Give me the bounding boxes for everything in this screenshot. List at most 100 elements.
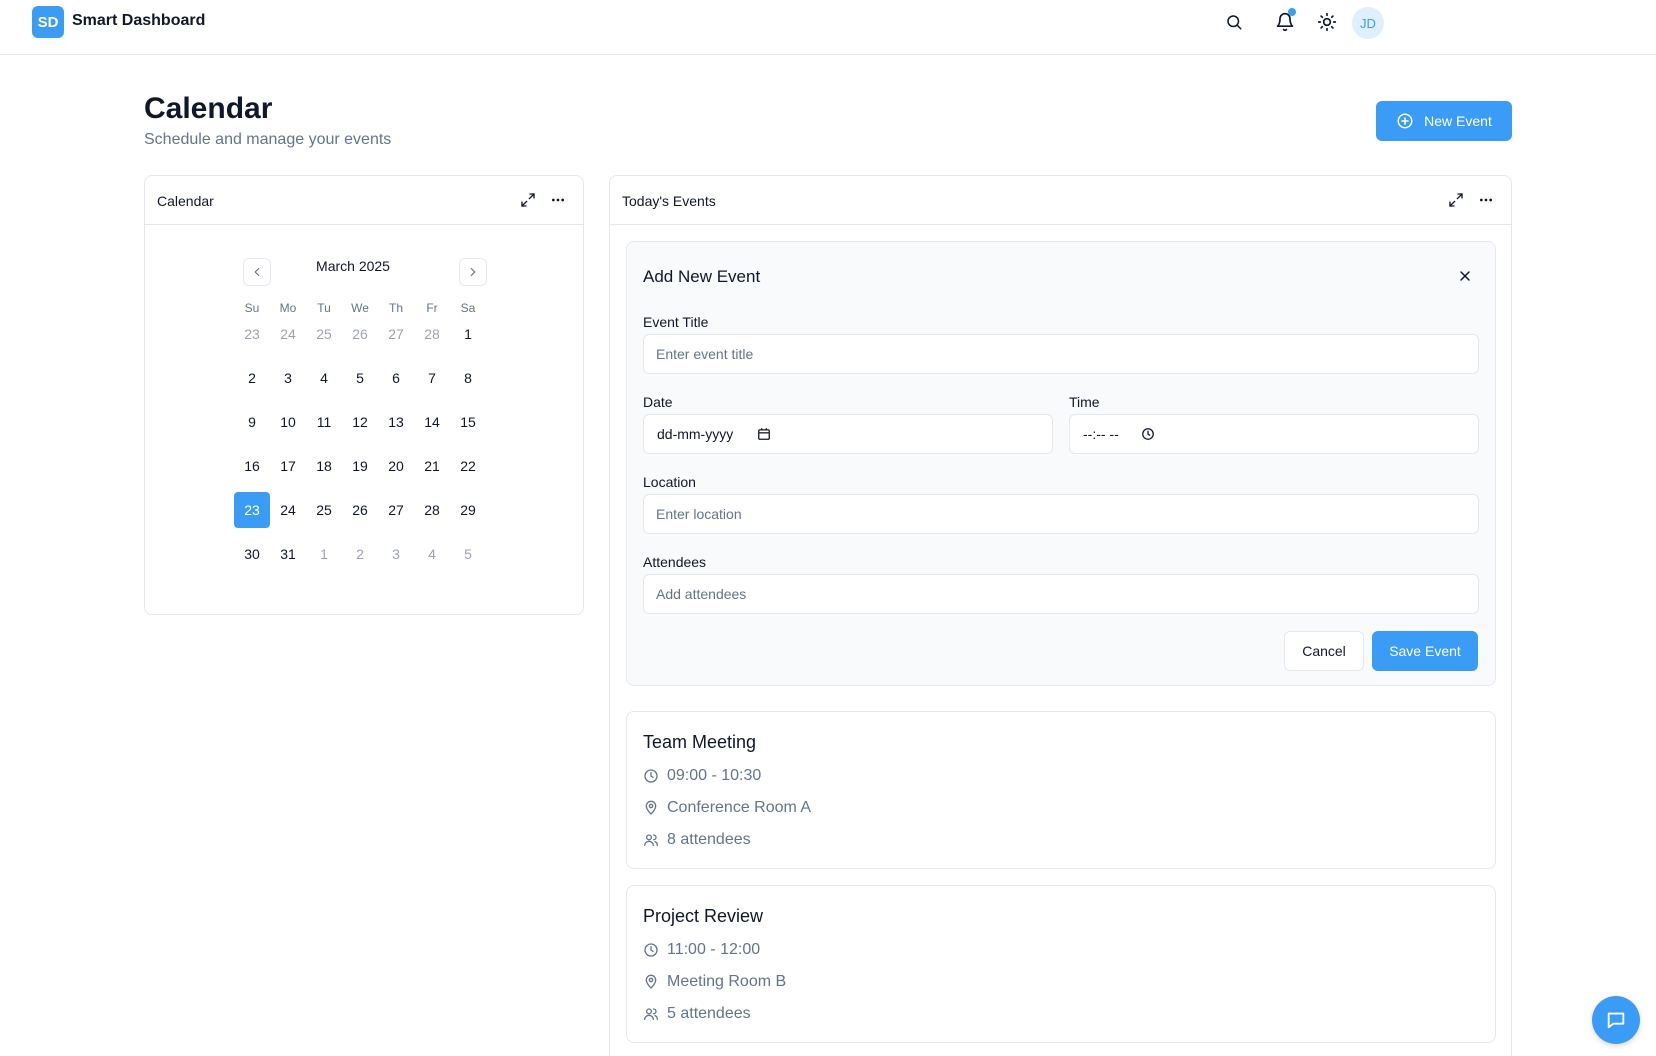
location-input[interactable] <box>643 494 1479 534</box>
calendar-day[interactable]: 24 <box>270 492 306 528</box>
expand-icon[interactable] <box>519 191 537 209</box>
time-input[interactable]: --:-- -- <box>1069 414 1479 454</box>
calendar-day[interactable]: 8 <box>450 360 486 396</box>
event-card[interactable]: Project Review 11:00 - 12:00 Meeting Roo… <box>626 885 1496 1043</box>
clock-icon <box>644 769 658 783</box>
users-icon <box>644 834 658 846</box>
attendees-input[interactable] <box>643 574 1479 614</box>
calendar-day[interactable]: 23 <box>234 316 270 352</box>
calendar-day[interactable]: 17 <box>270 448 306 484</box>
date-input[interactable]: dd-mm-yyyy <box>643 414 1053 454</box>
page-subtitle: Schedule and manage your events <box>144 131 392 148</box>
calendar-day[interactable]: 25 <box>306 492 342 528</box>
calendar-day[interactable]: 31 <box>270 536 306 572</box>
chat-button[interactable] <box>1592 996 1640 1044</box>
calendar-day[interactable]: 4 <box>306 360 342 396</box>
time-label: Time <box>1069 394 1100 410</box>
weekday-label: We <box>351 301 369 315</box>
calendar-day[interactable]: 14 <box>414 404 450 440</box>
chevron-right-icon <box>470 267 476 277</box>
more-icon[interactable] <box>1477 191 1495 209</box>
event-attendees: 5 attendees <box>667 1005 751 1022</box>
top-bar: SD Smart Dashboard JD <box>0 0 1656 55</box>
app-title[interactable]: Smart Dashboard <box>72 12 205 30</box>
date-label: Date <box>643 394 673 410</box>
calendar-card: Calendar March 2025 Su Mo Tu We Th Fr Sa 23 24 25… <box>144 175 584 615</box>
calendar-day[interactable]: 28 <box>414 316 450 352</box>
sun-icon[interactable] <box>1315 10 1339 34</box>
calendar-day[interactable]: 29 <box>450 492 486 528</box>
calendar-day[interactable]: 19 <box>342 448 378 484</box>
calendar-day[interactable]: 5 <box>450 536 486 572</box>
calendar-day[interactable]: 2 <box>234 360 270 396</box>
calendar-day[interactable]: 30 <box>234 536 270 572</box>
calendar-day[interactable]: 1 <box>450 316 486 352</box>
add-event-form: Add New Event Event Title Date dd-mm-yyy… <box>626 241 1496 686</box>
new-event-button[interactable]: New Event <box>1376 101 1512 141</box>
calendar-day[interactable]: 10 <box>270 404 306 440</box>
calendar-day[interactable]: 15 <box>450 404 486 440</box>
chevron-left-icon <box>254 267 260 277</box>
calendar-day[interactable]: 4 <box>414 536 450 572</box>
calendar-card-title: Calendar <box>157 193 214 209</box>
plus-circle-icon <box>1397 113 1413 129</box>
map-pin-icon <box>645 974 657 989</box>
calendar-day-selected[interactable]: 23 <box>234 492 270 528</box>
prev-month-button[interactable] <box>243 258 271 286</box>
calendar-day[interactable]: 7 <box>414 360 450 396</box>
calendar-day[interactable]: 26 <box>342 316 378 352</box>
calendar-day[interactable]: 12 <box>342 404 378 440</box>
bell-icon[interactable] <box>1273 8 1297 34</box>
event-card[interactable]: Team Meeting 09:00 - 10:30 Conference Ro… <box>626 711 1496 869</box>
search-icon[interactable] <box>1222 10 1246 34</box>
calendar-day[interactable]: 24 <box>270 316 306 352</box>
close-icon[interactable] <box>1455 266 1475 286</box>
page-title: Calendar <box>144 92 273 125</box>
form-title: Add New Event <box>643 267 761 286</box>
event-location: Meeting Room B <box>667 973 787 990</box>
event-time: 09:00 - 10:30 <box>667 767 762 784</box>
events-card-title: Today's Events <box>622 193 716 209</box>
calendar-day[interactable]: 18 <box>306 448 342 484</box>
calendar-day[interactable]: 25 <box>306 316 342 352</box>
user-avatar[interactable]: JD <box>1352 7 1384 39</box>
calendar-day[interactable]: 9 <box>234 404 270 440</box>
event-title-label: Event Title <box>643 314 709 330</box>
weekday-label: Th <box>388 301 403 315</box>
calendar-day[interactable]: 1 <box>306 536 342 572</box>
date-placeholder: dd-mm-yyyy <box>657 426 734 442</box>
event-title-input[interactable] <box>643 334 1479 374</box>
clock-icon <box>1141 428 1154 440</box>
calendar-day[interactable]: 16 <box>234 448 270 484</box>
calendar-day[interactable]: 20 <box>378 448 414 484</box>
weekday-label: Su <box>244 301 260 315</box>
calendar-day[interactable]: 27 <box>378 492 414 528</box>
notification-dot <box>1288 8 1296 16</box>
calendar-day[interactable]: 5 <box>342 360 378 396</box>
calendar-day[interactable]: 26 <box>342 492 378 528</box>
calendar-day[interactable]: 21 <box>414 448 450 484</box>
calendar-card-header: Calendar <box>145 176 583 225</box>
more-icon[interactable] <box>549 191 567 209</box>
calendar-day[interactable]: 13 <box>378 404 414 440</box>
cancel-button[interactable]: Cancel <box>1284 631 1364 671</box>
calendar-day[interactable]: 3 <box>270 360 306 396</box>
weekday-label: Sa <box>460 301 476 315</box>
event-location: Conference Room A <box>667 799 812 816</box>
weekday-label: Mo <box>279 301 297 315</box>
event-time: 11:00 - 12:00 <box>667 941 761 958</box>
expand-icon[interactable] <box>1447 191 1465 209</box>
calendar-day[interactable]: 28 <box>414 492 450 528</box>
calendar-day[interactable]: 11 <box>306 404 342 440</box>
calendar-day[interactable]: 3 <box>378 536 414 572</box>
map-pin-icon <box>645 800 657 815</box>
calendar-day[interactable]: 6 <box>378 360 414 396</box>
calendar-day[interactable]: 2 <box>342 536 378 572</box>
event-attendees: 8 attendees <box>667 831 751 848</box>
time-placeholder: --:-- -- <box>1083 426 1119 442</box>
app-logo[interactable]: SD <box>32 6 64 38</box>
calendar-day[interactable]: 27 <box>378 316 414 352</box>
next-month-button[interactable] <box>459 258 487 286</box>
calendar-day[interactable]: 22 <box>450 448 486 484</box>
save-event-button[interactable]: Save Event <box>1372 631 1478 671</box>
